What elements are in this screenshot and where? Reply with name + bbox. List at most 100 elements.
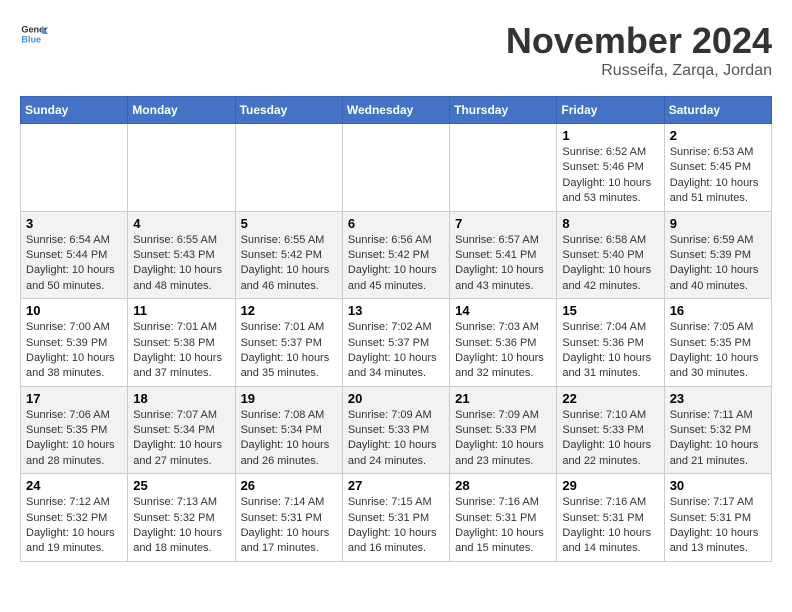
day-number: 3 — [26, 216, 122, 231]
day-number: 26 — [241, 478, 337, 493]
day-number: 8 — [562, 216, 658, 231]
calendar-cell: 18Sunrise: 7:07 AM Sunset: 5:34 PM Dayli… — [128, 386, 235, 474]
day-info: Sunrise: 7:09 AM Sunset: 5:33 PM Dayligh… — [348, 408, 444, 470]
calendar-cell: 8 Sunrise: 6:58 AM Sunset: 5:40 PM Daylig… — [557, 211, 664, 299]
column-header-sunday: Sunday — [21, 97, 128, 124]
day-number: 23 — [670, 391, 766, 406]
calendar-cell: 19 Sunrise: 7:08 AM Sunset: 5:34 PM Dayli… — [235, 386, 342, 474]
svg-text:Blue: Blue — [21, 34, 41, 44]
calendar-cell: 9 Sunrise: 6:59 AM Sunset: 5:39 PM Daylig… — [664, 211, 771, 299]
day-info: Sunrise: 7:04 AM Sunset: 5:36 PM Dayligh… — [562, 320, 658, 382]
day-info: Sunrise: 6:57 AM Sunset: 5:41 PM Dayligh… — [455, 233, 551, 295]
day-info: Sunrise: 7:12 AM Sunset: 5:32 PM Dayligh… — [26, 495, 122, 557]
logo-icon: General Blue — [20, 20, 48, 48]
calendar-cell: 27 Sunrise: 7:15 AM Sunset: 5:31 PM Dayli… — [342, 474, 449, 562]
calendar-cell: 10 Sunrise: 7:00 AM Sunset: 5:39 PM Dayli… — [21, 299, 128, 387]
calendar-cell: 29 Sunrise: 7:16 AM Sunset: 5:31 PM Dayli… — [557, 474, 664, 562]
day-number: 27 — [348, 478, 444, 493]
calendar-table: SundayMondayTuesdayWednesdayThursdayFrid… — [20, 96, 772, 562]
calendar-cell: 25 Sunrise: 7:13 AM Sunset: 5:32 PM Dayli… — [128, 474, 235, 562]
day-info: Sunrise: 6:58 AM Sunset: 5:40 PM Dayligh… — [562, 233, 658, 295]
calendar-row-1: 3 Sunrise: 6:54 AM Sunset: 5:44 PM Daylig… — [21, 211, 772, 299]
day-info: Sunrise: 7:05 AM Sunset: 5:35 PM Dayligh… — [670, 320, 766, 382]
day-number: 17 — [26, 391, 122, 406]
day-info: Sunrise: 7:01 AM Sunset: 5:37 PM Dayligh… — [241, 320, 337, 382]
calendar-cell: 28 Sunrise: 7:16 AM Sunset: 5:31 PM Dayli… — [450, 474, 557, 562]
day-info: Sunrise: 7:14 AM Sunset: 5:31 PM Dayligh… — [241, 495, 337, 557]
calendar-cell: 17 Sunrise: 7:06 AM Sunset: 5:35 PM Dayli… — [21, 386, 128, 474]
day-number: 14 — [455, 303, 551, 318]
day-number: 6 — [348, 216, 444, 231]
calendar-row-3: 17 Sunrise: 7:06 AM Sunset: 5:35 PM Dayli… — [21, 386, 772, 474]
day-number: 15 — [562, 303, 658, 318]
day-info: Sunrise: 6:56 AM Sunset: 5:42 PM Dayligh… — [348, 233, 444, 295]
calendar-cell: 3 Sunrise: 6:54 AM Sunset: 5:44 PM Daylig… — [21, 211, 128, 299]
column-header-thursday: Thursday — [450, 97, 557, 124]
calendar-cell: 7Sunrise: 6:57 AM Sunset: 5:41 PM Daylig… — [450, 211, 557, 299]
day-info: Sunrise: 7:01 AM Sunset: 5:38 PM Dayligh… — [133, 320, 229, 382]
day-info: Sunrise: 7:16 AM Sunset: 5:31 PM Dayligh… — [562, 495, 658, 557]
header: General Blue November 2024 Russeifa, Zar… — [20, 20, 772, 80]
calendar-cell: 13 Sunrise: 7:02 AM Sunset: 5:37 PM Dayli… — [342, 299, 449, 387]
day-info: Sunrise: 7:08 AM Sunset: 5:34 PM Dayligh… — [241, 408, 337, 470]
day-number: 28 — [455, 478, 551, 493]
day-number: 16 — [670, 303, 766, 318]
day-info: Sunrise: 7:11 AM Sunset: 5:32 PM Dayligh… — [670, 408, 766, 470]
day-number: 9 — [670, 216, 766, 231]
day-number: 21 — [455, 391, 551, 406]
calendar-row-4: 24 Sunrise: 7:12 AM Sunset: 5:32 PM Dayli… — [21, 474, 772, 562]
day-info: Sunrise: 6:53 AM Sunset: 5:45 PM Dayligh… — [670, 145, 766, 207]
day-number: 30 — [670, 478, 766, 493]
day-number: 22 — [562, 391, 658, 406]
calendar-cell: 20Sunrise: 7:09 AM Sunset: 5:33 PM Dayli… — [342, 386, 449, 474]
day-number: 24 — [26, 478, 122, 493]
column-header-friday: Friday — [557, 97, 664, 124]
calendar-cell: 12Sunrise: 7:01 AM Sunset: 5:37 PM Dayli… — [235, 299, 342, 387]
day-info: Sunrise: 6:54 AM Sunset: 5:44 PM Dayligh… — [26, 233, 122, 295]
day-number: 10 — [26, 303, 122, 318]
day-number: 13 — [348, 303, 444, 318]
column-header-monday: Monday — [128, 97, 235, 124]
logo: General Blue — [20, 20, 48, 48]
day-number: 11 — [133, 303, 229, 318]
calendar-cell: 11 Sunrise: 7:01 AM Sunset: 5:38 PM Dayli… — [128, 299, 235, 387]
calendar-cell: 15 Sunrise: 7:04 AM Sunset: 5:36 PM Dayli… — [557, 299, 664, 387]
day-info: Sunrise: 7:00 AM Sunset: 5:39 PM Dayligh… — [26, 320, 122, 382]
column-header-tuesday: Tuesday — [235, 97, 342, 124]
day-info: Sunrise: 6:52 AM Sunset: 5:46 PM Dayligh… — [562, 145, 658, 207]
calendar-cell: 4Sunrise: 6:55 AM Sunset: 5:43 PM Daylig… — [128, 211, 235, 299]
day-info: Sunrise: 7:15 AM Sunset: 5:31 PM Dayligh… — [348, 495, 444, 557]
calendar-cell: 1 Sunrise: 6:52 AM Sunset: 5:46 PM Daylig… — [557, 124, 664, 212]
day-number: 5 — [241, 216, 337, 231]
day-info: Sunrise: 7:13 AM Sunset: 5:32 PM Dayligh… — [133, 495, 229, 557]
calendar-cell: 6 Sunrise: 6:56 AM Sunset: 5:42 PM Daylig… — [342, 211, 449, 299]
day-info: Sunrise: 7:02 AM Sunset: 5:37 PM Dayligh… — [348, 320, 444, 382]
calendar-cell: 2 Sunrise: 6:53 AM Sunset: 5:45 PM Daylig… — [664, 124, 771, 212]
title-area: November 2024 Russeifa, Zarqa, Jordan — [506, 20, 772, 80]
day-info: Sunrise: 7:06 AM Sunset: 5:35 PM Dayligh… — [26, 408, 122, 470]
day-number: 29 — [562, 478, 658, 493]
calendar-cell — [342, 124, 449, 212]
calendar-cell: 21 Sunrise: 7:09 AM Sunset: 5:33 PM Dayli… — [450, 386, 557, 474]
header-row: SundayMondayTuesdayWednesdayThursdayFrid… — [21, 97, 772, 124]
calendar-row-2: 10 Sunrise: 7:00 AM Sunset: 5:39 PM Dayli… — [21, 299, 772, 387]
column-header-saturday: Saturday — [664, 97, 771, 124]
day-info: Sunrise: 6:55 AM Sunset: 5:42 PM Dayligh… — [241, 233, 337, 295]
calendar-cell — [128, 124, 235, 212]
day-number: 1 — [562, 128, 658, 143]
day-info: Sunrise: 6:59 AM Sunset: 5:39 PM Dayligh… — [670, 233, 766, 295]
calendar-row-0: 1 Sunrise: 6:52 AM Sunset: 5:46 PM Daylig… — [21, 124, 772, 212]
calendar-cell: 24 Sunrise: 7:12 AM Sunset: 5:32 PM Dayli… — [21, 474, 128, 562]
location-title: Russeifa, Zarqa, Jordan — [506, 62, 772, 80]
calendar-cell — [235, 124, 342, 212]
day-number: 18 — [133, 391, 229, 406]
day-info: Sunrise: 7:10 AM Sunset: 5:33 PM Dayligh… — [562, 408, 658, 470]
day-number: 19 — [241, 391, 337, 406]
day-number: 25 — [133, 478, 229, 493]
day-info: Sunrise: 7:16 AM Sunset: 5:31 PM Dayligh… — [455, 495, 551, 557]
calendar-cell: 16 Sunrise: 7:05 AM Sunset: 5:35 PM Dayli… — [664, 299, 771, 387]
calendar-cell: 30Sunrise: 7:17 AM Sunset: 5:31 PM Dayli… — [664, 474, 771, 562]
day-number: 4 — [133, 216, 229, 231]
day-info: Sunrise: 7:09 AM Sunset: 5:33 PM Dayligh… — [455, 408, 551, 470]
day-number: 2 — [670, 128, 766, 143]
